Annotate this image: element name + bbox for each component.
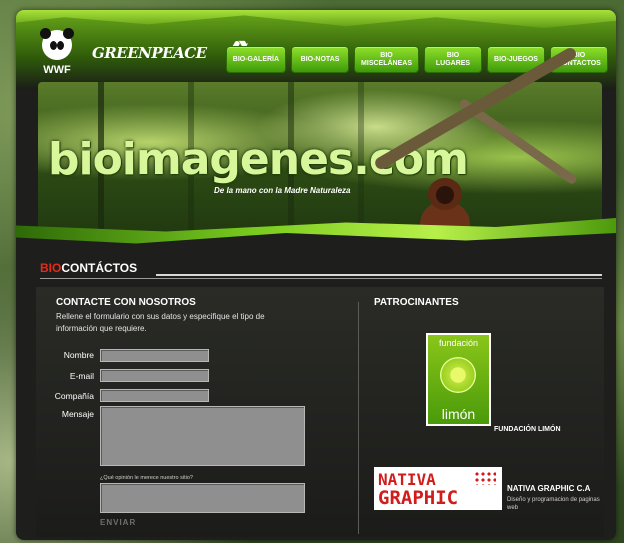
name-label: Nombre — [63, 350, 94, 360]
send-button[interactable]: ENVIAR — [100, 518, 136, 527]
fundacion-limon-name: FUNDACIÓN LIMÓN — [494, 426, 561, 433]
message-textarea[interactable] — [100, 406, 305, 466]
nav-bio-notas[interactable]: BIO-NOTAS — [291, 46, 350, 73]
email-field[interactable] — [100, 369, 209, 382]
name-field[interactable] — [100, 349, 209, 362]
contact-heading: CONTACTE CON NOSOTROS — [56, 297, 196, 308]
nav-bio-lugares[interactable]: BIO LUGARES — [424, 46, 482, 73]
nativa-graphic-name: NATIVA GRAPHIC C.A — [507, 484, 591, 493]
nav-bio-galeria[interactable]: BIO-GALERÍA — [225, 46, 287, 73]
title-divider — [156, 274, 602, 276]
email-label: E-mail — [69, 371, 94, 381]
message-label: Mensaje — [61, 409, 94, 419]
title-divider-thin — [40, 278, 602, 279]
company-label: Compañía — [54, 391, 94, 401]
sponsors-heading: PATROCINANTES — [374, 297, 459, 308]
company-field[interactable] — [100, 389, 209, 402]
opinion-textarea[interactable] — [100, 483, 305, 513]
nav-bio-miscelaneas[interactable]: BIO MISCELÁNEAS — [354, 46, 419, 73]
opinion-question: ¿Qué opinión le merece nuestro sitio? — [100, 475, 193, 481]
fundacion-limon-logo[interactable]: fundación limón — [426, 333, 491, 426]
partner-logos: WWF GREENPEACE ♻ — [38, 28, 253, 76]
panda-icon — [40, 28, 74, 60]
greenpeace-logo[interactable]: GREENPEACE — [92, 44, 207, 62]
contact-description: Rellene el formulario con sus datos y es… — [56, 312, 265, 333]
howler-monkey-image — [414, 178, 476, 232]
column-divider — [358, 302, 359, 534]
wwf-logo[interactable]: WWF — [38, 28, 76, 76]
page-frame: WWF GREENPEACE ♻ BIO-GALERÍA BIO-NOTAS B… — [16, 10, 616, 540]
hero-banner: bioimagenes.com De la mano con la Madre … — [38, 82, 602, 232]
nativa-graphic-description: Diseño y programacion de paginas web — [507, 497, 600, 511]
pixel-dots-icon — [474, 471, 496, 485]
site-slogan: De la mano con la Madre Naturaleza — [214, 186, 351, 195]
lemon-icon — [440, 357, 476, 393]
nativa-graphic-logo[interactable]: NATIVA GRAPHIC — [374, 467, 502, 510]
page-title: BIOCONTÁCTOS — [40, 261, 138, 275]
